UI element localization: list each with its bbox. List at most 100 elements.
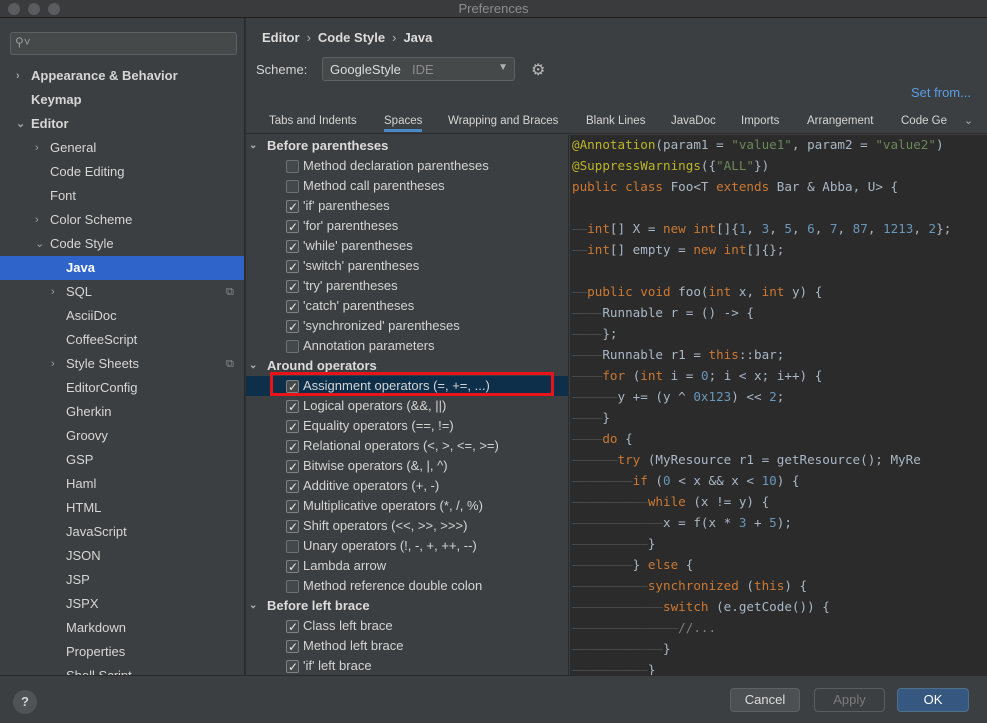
sidebar-item-haml[interactable]: Haml [0,472,244,496]
sidebar-item-sql[interactable]: › SQL ⧉ [0,280,244,304]
chevron-down-icon[interactable]: ⌄ [35,232,45,256]
option-row[interactable]: Additive operators (+, -) [246,476,568,497]
chevron-down-icon[interactable]: ⌄ [16,112,26,136]
tab-code-ge[interactable]: Code Ge [901,115,947,127]
option-checkbox[interactable] [286,517,299,537]
sidebar-item-coffeescript[interactable]: CoffeeScript [0,328,244,352]
option-checkbox[interactable] [286,540,299,553]
option-checkbox[interactable] [286,580,299,593]
option-checkbox[interactable] [286,437,299,457]
option-checkbox[interactable] [286,180,299,193]
option-row[interactable]: Method declaration parentheses [246,156,568,176]
option-row[interactable]: Logical operators (&&, ||) [246,396,568,417]
breadcrumb-code-style[interactable]: Code Style [318,30,385,45]
sidebar-item-json[interactable]: JSON [0,544,244,568]
option-row[interactable]: Method reference double colon [246,576,568,596]
option-row[interactable]: Method left brace [246,636,568,657]
option-row[interactable]: 'catch' parentheses [246,296,568,317]
option-row[interactable]: Unary operators (!, -, +, ++, --) [246,536,568,556]
option-checkbox[interactable] [286,617,299,637]
option-checkbox[interactable] [286,657,299,675]
option-row[interactable]: Method call parentheses [246,176,568,196]
sidebar-item-shell-script[interactable]: Shell Script [0,664,244,675]
tab-blank-lines[interactable]: Blank Lines [586,115,645,127]
scheme-dropdown[interactable]: GoogleStyle IDE ▼ [322,57,515,81]
chevron-down-icon[interactable]: ⌄ [249,356,257,376]
search-input[interactable]: ⚲˅ [10,32,237,55]
option-row[interactable]: Relational operators (<, >, <=, >=) [246,436,568,457]
sidebar-item-markdown[interactable]: Markdown [0,616,244,640]
sidebar-item-asciidoc[interactable]: AsciiDoc [0,304,244,328]
sidebar-item-java[interactable]: Java [0,256,244,280]
option-row[interactable]: Class left brace [246,616,568,637]
option-checkbox[interactable] [286,160,299,173]
option-row[interactable]: Bitwise operators (&, |, ^) [246,456,568,477]
tab-arrangement[interactable]: Arrangement [807,115,873,127]
group-before-left-brace[interactable]: ⌄ Before left brace [246,596,568,616]
cancel-button[interactable]: Cancel [730,688,800,712]
chevron-right-icon[interactable]: › [16,64,26,88]
gear-icon[interactable]: ⚙ [531,60,545,80]
option-row[interactable]: Annotation parameters [246,336,568,356]
option-checkbox[interactable] [286,397,299,417]
option-row[interactable]: 'while' parentheses [246,236,568,257]
chevron-down-icon[interactable]: ⌄ [249,136,257,156]
option-checkbox[interactable] [286,297,299,317]
option-checkbox[interactable] [286,197,299,217]
option-checkbox[interactable] [286,340,299,353]
option-row[interactable]: Equality operators (==, !=) [246,416,568,437]
ok-button[interactable]: OK [897,688,969,712]
sidebar-item-color-scheme[interactable]: › Color Scheme [0,208,244,232]
sidebar-item-code-editing[interactable]: Code Editing [0,160,244,184]
sidebar-item-code-style[interactable]: ⌄ Code Style [0,232,244,256]
set-from-link[interactable]: Set from... [911,85,971,100]
option-checkbox[interactable] [286,277,299,297]
option-checkbox[interactable] [286,417,299,437]
help-button[interactable]: ? [13,690,37,714]
option-row[interactable]: 'switch' parentheses [246,256,568,277]
option-row[interactable]: Lambda arrow [246,556,568,577]
sidebar-item-editorconfig[interactable]: EditorConfig [0,376,244,400]
option-checkbox[interactable] [286,237,299,257]
group-before-parentheses[interactable]: ⌄ Before parentheses [246,136,568,156]
sidebar-item-font[interactable]: Font [0,184,244,208]
chevron-right-icon[interactable]: › [35,136,45,160]
option-checkbox[interactable] [286,557,299,577]
option-checkbox[interactable] [286,637,299,657]
option-row[interactable]: 'if' parentheses [246,196,568,217]
sidebar-item-appearance-behavior[interactable]: › Appearance & Behavior [0,64,244,88]
sidebar-item-gherkin[interactable]: Gherkin [0,400,244,424]
option-checkbox[interactable] [286,317,299,337]
sidebar-item-gsp[interactable]: GSP [0,448,244,472]
sidebar-item-style-sheets[interactable]: › Style Sheets ⧉ [0,352,244,376]
option-checkbox[interactable] [286,457,299,477]
apply-button[interactable]: Apply [814,688,885,712]
sidebar-item-groovy[interactable]: Groovy [0,424,244,448]
sidebar-item-jspx[interactable]: JSPX [0,592,244,616]
option-checkbox[interactable] [286,217,299,237]
sidebar-item-keymap[interactable]: Keymap [0,88,244,112]
sidebar-item-properties[interactable]: Properties [0,640,244,664]
sidebar-item-javascript[interactable]: JavaScript [0,520,244,544]
tab-wrapping-and-braces[interactable]: Wrapping and Braces [448,115,558,127]
chevron-down-icon[interactable]: ⌄ [964,114,973,127]
tab-javadoc[interactable]: JavaDoc [671,115,716,127]
option-checkbox[interactable] [286,477,299,497]
tab-imports[interactable]: Imports [741,115,779,127]
option-row[interactable]: 'if' left brace [246,656,568,675]
option-row[interactable]: 'try' parentheses [246,276,568,297]
chevron-right-icon[interactable]: › [51,280,61,304]
option-checkbox[interactable] [286,497,299,517]
option-row[interactable]: 'synchronized' parentheses [246,316,568,337]
sidebar-item-jsp[interactable]: JSP [0,568,244,592]
tab-spaces[interactable]: Spaces [384,115,423,132]
chevron-down-icon[interactable]: ⌄ [249,596,257,616]
tab-tabs-and-indents[interactable]: Tabs and Indents [269,115,357,127]
breadcrumb-editor[interactable]: Editor [262,30,300,45]
chevron-right-icon[interactable]: › [35,208,45,232]
option-row[interactable]: 'for' parentheses [246,216,568,237]
option-checkbox[interactable] [286,257,299,277]
option-row[interactable]: Shift operators (<<, >>, >>>) [246,516,568,537]
sidebar-item-html[interactable]: HTML [0,496,244,520]
sidebar-item-editor[interactable]: ⌄ Editor [0,112,244,136]
